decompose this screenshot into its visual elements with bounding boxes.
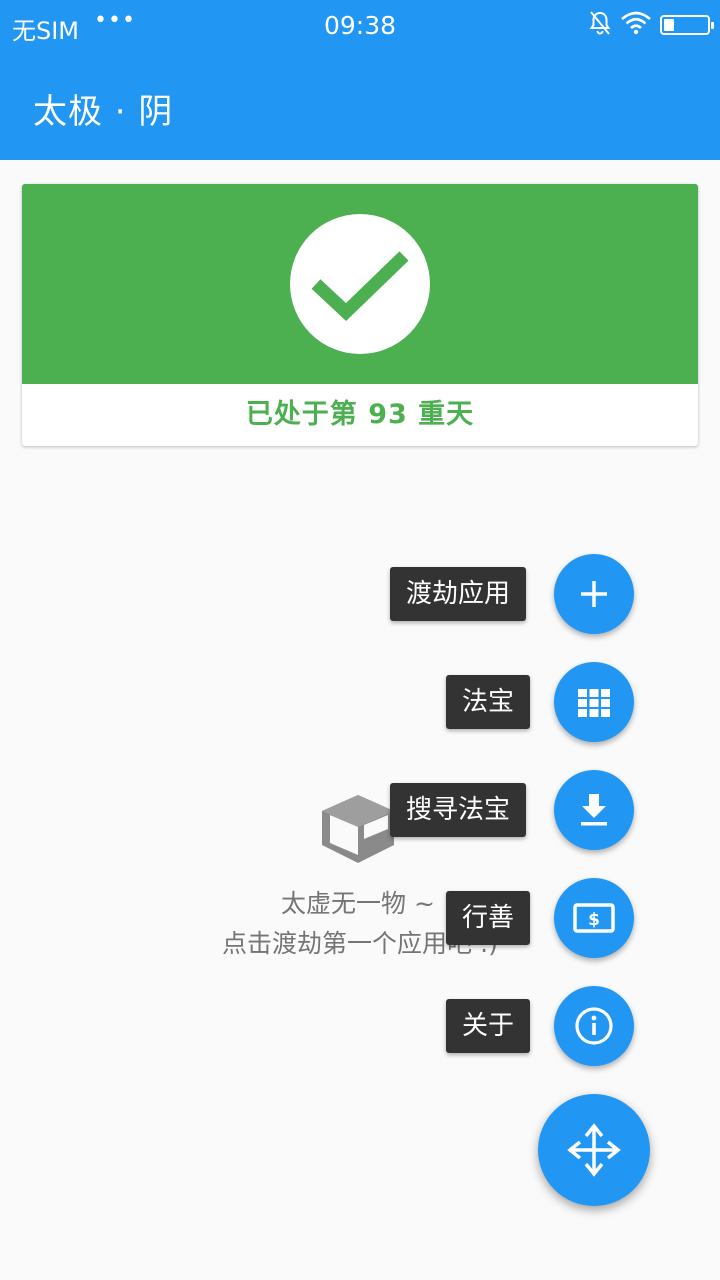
download-icon xyxy=(581,794,607,826)
status-bar: 无SIM ••• 09:38 xyxy=(0,0,720,50)
donate-button[interactable]: $ xyxy=(554,878,634,958)
donate-icon: $ xyxy=(573,903,615,933)
about-button[interactable] xyxy=(554,986,634,1066)
search-modules-label[interactable]: 搜寻法宝 xyxy=(390,783,527,837)
about-label[interactable]: 关于 xyxy=(446,999,531,1053)
add-app-label[interactable]: 渡劫应用 xyxy=(390,567,527,621)
search-modules-button[interactable] xyxy=(554,770,634,850)
activation-status-card[interactable]: 已处于第 93 重天 xyxy=(22,184,698,446)
modules-button[interactable] xyxy=(554,662,634,742)
plus-icon xyxy=(581,581,607,607)
status-message: 已处于第 93 重天 xyxy=(245,399,475,430)
wifi-icon xyxy=(620,11,652,39)
bell-off-icon xyxy=(588,10,612,40)
fab-menu-toggle-button[interactable] xyxy=(538,1094,650,1206)
donate-label[interactable]: 行善 xyxy=(446,891,531,945)
battery-icon xyxy=(660,15,714,35)
check-icon xyxy=(290,214,430,354)
app-bar: 太极 · 阴 xyxy=(0,50,720,160)
modules-label[interactable]: 法宝 xyxy=(446,675,531,729)
add-app-button[interactable] xyxy=(554,554,634,634)
page-title: 太极 · 阴 xyxy=(33,92,174,132)
grid-icon xyxy=(578,689,610,717)
status-icons xyxy=(588,10,714,40)
status-card-banner xyxy=(22,184,698,384)
box-icon xyxy=(318,793,398,865)
svg-text:$: $ xyxy=(588,910,600,930)
info-icon xyxy=(575,1007,613,1045)
move-arrows-icon xyxy=(567,1123,621,1177)
